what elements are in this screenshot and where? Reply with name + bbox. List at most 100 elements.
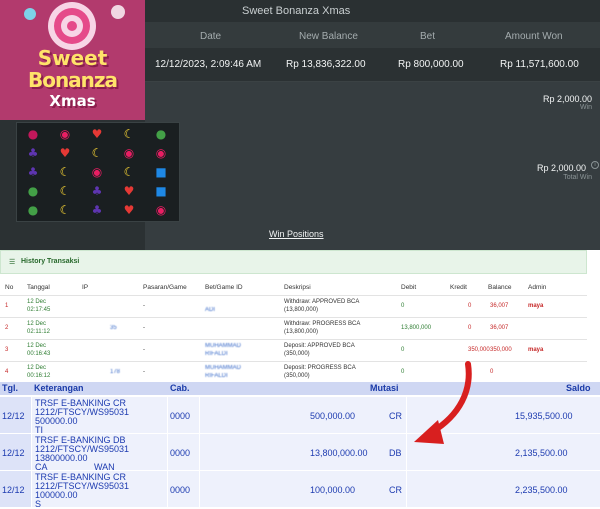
bank-cell-cab: 0000 <box>170 448 191 458</box>
bank-cell-cab: 0000 <box>170 485 191 495</box>
win-positions-link[interactable]: Win Positions <box>269 229 324 239</box>
history-cell-no: 3 <box>5 347 9 353</box>
history-cell-admin: maya <box>528 303 544 309</box>
history-cell-no: 2 <box>5 325 9 331</box>
history-col-header: Deskripsi <box>284 284 311 291</box>
col-date: Date <box>200 31 222 42</box>
history-col-header: No <box>5 284 14 291</box>
bank-keterangan-cell: TRSF E-BANKING DB 1212/FTSCY/WS95031 13800… <box>32 434 167 472</box>
result-bet: Rp 800,000.00 <box>398 59 464 70</box>
game-symbol: ◉ <box>155 203 167 217</box>
history-cell-game: - <box>143 369 145 375</box>
history-cell-desc: Withdraw: APPROVED BCA <box>284 299 360 305</box>
history-cell-bet-id2: RIFALDI <box>205 351 228 357</box>
bank-tgl-cell: 12/12 <box>0 471 31 507</box>
history-col-header: Kredit <box>450 284 467 291</box>
bank-cell-tgl: 12/12 <box>2 411 25 421</box>
history-col-header: Admin <box>528 284 547 291</box>
game-symbol: ☾ <box>59 184 71 198</box>
history-cell-desc2: (13,800,000) <box>284 307 319 313</box>
game-symbol: ♥ <box>59 146 71 160</box>
history-transaksi-bar[interactable]: ☰ History Transaksi <box>0 250 587 274</box>
bank-mutasi-cell: 100,000.00 CR <box>200 471 406 507</box>
history-col-header: IP <box>82 284 89 291</box>
history-row[interactable]: 3 12 Dec 00:16:43 - MUHAMMAD RIFALDI Deposit: … <box>0 339 587 361</box>
result-row[interactable]: 12/12/2023, 2:09:46 AM Rp 13,836,322.00 … <box>145 48 600 82</box>
history-cell-no: 1 <box>5 303 9 309</box>
history-cell-date: 12 Dec <box>27 343 47 349</box>
bank-cell-mutasi: 500,000.00 <box>310 411 356 421</box>
results-column-header: Date New Balance Bet Amount Won <box>145 22 600 48</box>
history-cell-desc: Deposit: APPROVED BCA <box>284 343 355 349</box>
history-cell-desc: Withdraw: PROGRESS BCA <box>284 321 361 327</box>
list-icon: ☰ <box>9 259 16 266</box>
total-win-label: Total Win <box>563 174 592 181</box>
bank-row[interactable]: 12/12 TRSF E-BANKING CR 1212/FTSCY/WS95031… <box>0 470 600 509</box>
game-symbol: ♣ <box>27 146 39 160</box>
history-cell-desc2: (13,800,000) <box>284 329 319 335</box>
history-title: History Transaksi <box>21 258 80 265</box>
history-cell-bet-id: MUHAMMAD <box>205 365 241 371</box>
col-new-balance: New Balance <box>299 31 358 42</box>
win-details: Rp 2,000.00 Win Rp 2,000.00 i Total Win … <box>145 82 600 250</box>
history-row[interactable]: 4 12 Dec 00:16:12 178 - MUHAMMAD RIFALDI Deposi… <box>0 361 587 383</box>
bank-cab-cell: 0000 <box>168 434 199 470</box>
history-cell-balance: 36,007 <box>490 303 509 309</box>
bank-statement: Tgl. Keterangan Cab. Mutasi Saldo 12/12 T… <box>0 382 600 509</box>
game-symbol: ◉ <box>155 146 167 160</box>
bank-cell-saldo: 2,235,500.00 <box>515 485 568 495</box>
game-symbol: ☾ <box>59 165 71 179</box>
logo-line-1: Sweet <box>37 46 108 70</box>
bank-cell-type: CR <box>389 485 402 495</box>
game-symbol: ♣ <box>91 203 103 217</box>
history-cell-game: - <box>143 303 145 309</box>
bank-cab-cell: 0000 <box>168 471 199 507</box>
info-icon[interactable]: i <box>591 161 599 169</box>
game-symbol: ■ <box>155 184 167 198</box>
col-cab: Cab. <box>170 383 190 393</box>
history-row[interactable]: 2 12 Dec 02:11:12 35 - Withdraw: PROGRESS BCA… <box>0 317 587 339</box>
game-symbol: ♥ <box>123 184 135 198</box>
game-symbol: ♥ <box>123 203 135 217</box>
game-history-panel: Sweet Bonanza Xmas Sweet Bonanza Xmas Da… <box>0 0 600 250</box>
history-col-header: Pasaran/Game <box>143 284 187 291</box>
history-col-header: Tanggal <box>27 284 50 291</box>
game-symbol: ♣ <box>27 165 39 179</box>
bank-cell-saldo: 15,935,500.00 <box>515 411 573 421</box>
result-new-balance: Rp 13,836,322.00 <box>286 59 366 70</box>
col-tgl: Tgl. <box>2 383 18 393</box>
history-cell-time: 02:11:12 <box>27 329 50 335</box>
history-cell-desc2: (350,000) <box>284 351 310 357</box>
bank-saldo-cell: 2,235,500.00 <box>407 471 600 507</box>
history-cell-bet-id2: RIFALDI <box>205 373 228 379</box>
history-cell-game: - <box>143 347 145 353</box>
game-symbol: ☾ <box>91 146 103 160</box>
game-symbol: ◉ <box>123 146 135 160</box>
history-cell-date: 12 Dec <box>27 299 47 305</box>
bank-cell-saldo: 2,135,500.00 <box>515 448 568 458</box>
col-saldo: Saldo <box>566 383 591 393</box>
bank-mutasi-cell: 13,800,000.00 DB <box>200 434 406 470</box>
bank-keterangan-cell: TRSF E-BANKING CR 1212/FTSCY/WS95031 50000… <box>32 397 167 435</box>
result-date: 12/12/2023, 2:09:46 AM <box>155 59 262 70</box>
bank-cell-mutasi: 13,800,000.00 <box>310 448 368 458</box>
total-win-value: Rp 2,000.00 <box>536 163 586 173</box>
bank-cell-ket3: 100000.00 <box>35 490 78 500</box>
game-symbol: ◉ <box>59 127 71 141</box>
game-symbol: ♥ <box>91 127 103 141</box>
bank-keterangan-cell: TRSF E-BANKING CR 1212/FTSCY/WS95031 10000… <box>32 471 167 509</box>
history-row[interactable]: 1 12 Dec 02:17:45 - ADI Withdraw: APPROVED BC… <box>0 295 587 317</box>
col-mutasi: Mutasi <box>370 383 399 393</box>
history-cell-kredit: 350,000 <box>468 347 490 353</box>
bank-row[interactable]: 12/12 TRSF E-BANKING DB 1212/FTSCY/WS95031… <box>0 433 600 472</box>
col-bet: Bet <box>420 31 436 42</box>
history-cell-date: 12 Dec <box>27 365 47 371</box>
history-cell-ip: 35 <box>110 325 117 331</box>
bank-row[interactable]: 12/12 TRSF E-BANKING CR 1212/FTSCY/WS95031… <box>0 396 600 435</box>
game-symbol: ◉ <box>91 165 103 179</box>
logo-line-2: Bonanza <box>27 68 118 92</box>
bank-cell-cab: 0000 <box>170 411 191 421</box>
bank-tgl-cell: 12/12 <box>0 434 31 470</box>
history-cell-bet-id2: ADI <box>205 307 216 313</box>
game-symbol: ● <box>27 203 39 217</box>
